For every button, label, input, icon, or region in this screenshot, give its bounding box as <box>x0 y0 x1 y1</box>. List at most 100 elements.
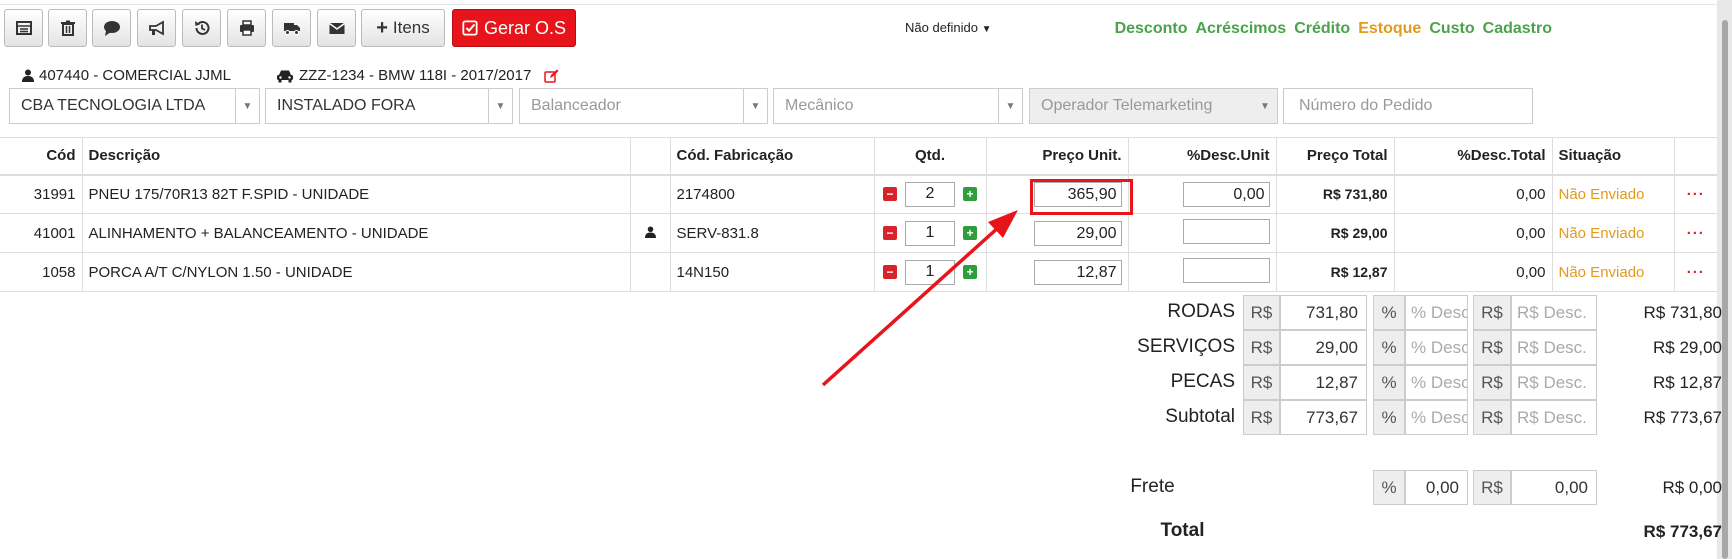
subtotal-value-input[interactable]: 773,67 <box>1280 400 1367 435</box>
more-options-icon[interactable]: ··· <box>1673 174 1717 214</box>
link-estoque[interactable]: Estoque <box>1358 20 1421 38</box>
col-situacao: Situação <box>1551 137 1674 176</box>
currency-addon: R$ <box>1243 365 1280 400</box>
preco-unit-input[interactable]: 29,00 <box>1033 220 1122 246</box>
cell-blank <box>629 174 670 214</box>
link-desconto[interactable]: Desconto <box>1115 20 1188 38</box>
currency-addon: R$ <box>1243 330 1280 365</box>
pecas-pct-desc-input[interactable]: % Desc. <box>1405 365 1468 400</box>
col-preco-total: Preço Total <box>1275 137 1394 176</box>
cell-preco-unit: 12,87 <box>985 252 1128 292</box>
cell-desc-unit <box>1127 213 1276 253</box>
cell-qtd: −2 + <box>873 174 986 214</box>
currency-addon: R$ <box>1473 400 1511 435</box>
email-button[interactable] <box>317 9 356 47</box>
scrollbar-thumb[interactable] <box>1722 20 1728 559</box>
col-descricao: Descrição <box>81 137 630 176</box>
qty-input[interactable]: 2 <box>905 181 955 207</box>
increase-qty-button[interactable]: + <box>963 265 977 279</box>
col-desc-unit: %Desc.Unit <box>1127 137 1276 176</box>
rodas-pct-desc-input[interactable]: % Desc. <box>1405 295 1468 330</box>
currency-addon: R$ <box>1473 330 1511 365</box>
decrease-qty-button[interactable]: − <box>883 187 897 202</box>
cell-desc-unit <box>1127 252 1276 292</box>
col-actions <box>1673 137 1717 176</box>
select-arrow-icon: ▼ <box>1260 100 1270 112</box>
qty-input[interactable]: 1 <box>905 259 955 285</box>
comment-icon <box>103 21 120 36</box>
table-row: 1058 PORCA A/T C/NYLON 1.50 - UNIDADE 14… <box>0 252 1717 292</box>
history-button[interactable] <box>182 9 221 47</box>
col-blank <box>629 137 670 176</box>
percent-addon: % <box>1373 365 1405 400</box>
print-button[interactable] <box>227 9 266 47</box>
balanceador-select[interactable]: Balanceador ▼ <box>519 88 768 124</box>
cell-situacao: Não Enviado <box>1551 213 1674 253</box>
more-options-icon[interactable]: ··· <box>1673 213 1717 253</box>
cell-cod: 1058 <box>0 252 82 292</box>
decrease-qty-button[interactable]: − <box>883 226 897 240</box>
cell-desc-total: 0,00 <box>1393 213 1552 253</box>
trash-icon <box>60 20 75 36</box>
desc-unit-input[interactable] <box>1182 257 1270 283</box>
edit-icon[interactable] <box>544 69 559 83</box>
truck-icon <box>283 23 300 35</box>
pecas-value-input[interactable]: 12,87 <box>1280 365 1367 400</box>
announce-button[interactable] <box>137 9 176 47</box>
cell-cod: 41001 <box>0 213 82 253</box>
delivery-button[interactable] <box>272 9 311 47</box>
user-icon <box>22 69 34 82</box>
empresa-select[interactable]: CBA TECNOLOGIA LTDA ▼ <box>9 88 260 124</box>
frete-label: Frete <box>1130 476 1175 497</box>
comment-button[interactable] <box>92 9 131 47</box>
subtotal-pct-desc-input[interactable]: % Desc. <box>1405 400 1468 435</box>
decrease-qty-button[interactable]: − <box>883 265 897 279</box>
pecas-total: R$ 12,87 <box>1653 373 1722 392</box>
summary-label-servicos: SERVIÇOS <box>1137 336 1235 357</box>
grand-total: R$ 773,67 <box>1643 522 1722 541</box>
link-acrescimos[interactable]: Acréscimos <box>1195 20 1286 38</box>
desc-unit-input[interactable] <box>1182 218 1270 244</box>
pedido-input[interactable]: Número do Pedido <box>1283 88 1533 124</box>
list-icon <box>15 21 32 35</box>
increase-qty-button[interactable]: + <box>963 187 977 202</box>
summary-label-pecas: PECAS <box>1170 371 1235 392</box>
cell-preco-total: R$ 12,87 <box>1275 252 1394 292</box>
megaphone-icon <box>148 20 164 36</box>
increase-qty-button[interactable]: + <box>963 226 977 240</box>
rodas-value-input[interactable]: 731,80 <box>1280 295 1367 330</box>
cell-qtd: −1 + <box>873 252 986 292</box>
table-row: 41001 ALINHAMENTO + BALANCEAMENTO - UNID… <box>0 213 1717 253</box>
more-options-icon[interactable]: ··· <box>1673 252 1717 292</box>
percent-addon: % <box>1373 400 1405 435</box>
caret-down-icon: ▼ <box>981 24 992 35</box>
servicos-total: R$ 29,00 <box>1653 338 1722 357</box>
car-icon <box>277 70 293 82</box>
local-select[interactable]: INSTALADO FORA ▼ <box>265 88 513 124</box>
vehicle-info[interactable]: ZZZ-1234 - BMW 118I - 2017/2017 <box>276 67 559 84</box>
list-button[interactable] <box>4 9 43 47</box>
customer-info[interactable]: 407440 - COMERCIAL JJML <box>22 67 231 84</box>
operador-select: Operador Telemarketing ▼ <box>1029 88 1278 124</box>
status-dropdown[interactable]: Não definido ▼ <box>905 20 992 35</box>
link-custo[interactable]: Custo <box>1429 20 1474 38</box>
frete-pct-input[interactable]: 0,00 <box>1405 470 1468 505</box>
table-row: 31991 PNEU 175/70R13 82T F.SPID - UNIDAD… <box>0 174 1717 214</box>
link-cadastro[interactable]: Cadastro <box>1483 20 1552 38</box>
select-arrow-icon: ▼ <box>488 89 512 123</box>
percent-addon: % <box>1373 470 1405 505</box>
cell-desc-total: 0,00 <box>1393 174 1552 214</box>
servicos-value-input[interactable]: 29,00 <box>1280 330 1367 365</box>
desc-unit-input[interactable]: 0,00 <box>1182 181 1270 207</box>
preco-unit-input[interactable]: 12,87 <box>1033 259 1122 285</box>
add-items-button[interactable]: + Itens <box>361 9 445 47</box>
gerar-os-button[interactable]: Gerar O.S <box>452 9 576 47</box>
col-cod-fab: Cód. Fabricação <box>669 137 874 176</box>
cell-cod-fab: 14N150 <box>669 252 874 292</box>
qty-input[interactable]: 1 <box>905 220 955 246</box>
delete-button[interactable] <box>48 9 87 47</box>
printer-icon <box>239 20 254 36</box>
link-credito[interactable]: Crédito <box>1294 20 1350 38</box>
mecanico-select[interactable]: Mecânico ▼ <box>773 88 1023 124</box>
servicos-pct-desc-input[interactable]: % Desc. <box>1405 330 1468 365</box>
